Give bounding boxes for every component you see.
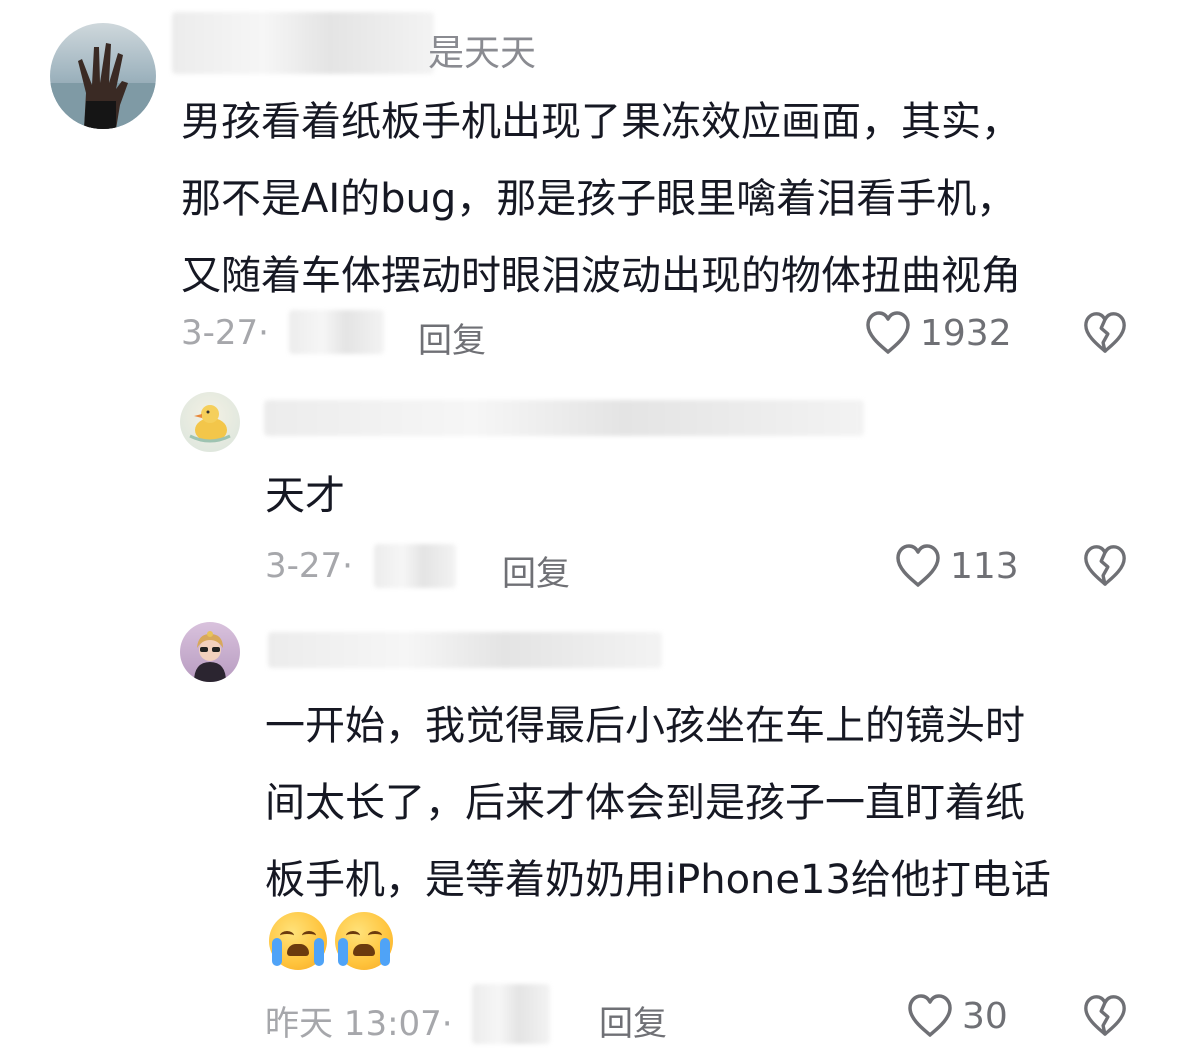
dislike-button[interactable] (1082, 543, 1128, 593)
username-redacted (172, 12, 434, 74)
comment-line: 天才 (265, 473, 345, 519)
broken-heart-icon (1084, 312, 1126, 353)
location-redacted (472, 984, 550, 1044)
comment-text: 天才 (265, 458, 345, 535)
comment-line: 板手机，是等着奶奶用iPhone13给他打电话 (265, 857, 1051, 903)
like-button[interactable]: 1932 (864, 310, 1012, 356)
raised-hand-avatar[interactable] (50, 23, 156, 129)
girl-sunglasses-icon (194, 631, 226, 682)
comment-1: 是天天 男孩看着纸板手机出现了果冻效应画面，其实， 那不是AI的bug，那是孩子… (0, 0, 1179, 380)
comment-line: 间太长了，后来才体会到是孩子一直盯着纸 (265, 780, 1025, 826)
reply-button[interactable]: 回复 (502, 546, 570, 595)
reply-button[interactable]: 回复 (599, 996, 667, 1045)
meta-separator: · (258, 313, 269, 353)
comment-meta: 昨天 13:07· (265, 996, 453, 1045)
comment-text: 男孩看着纸板手机出现了果冻效应画面，其实， 那不是AI的bug，那是孩子眼里噙着… (181, 84, 1021, 315)
comment-2: 天才 3-27· 回复 113 (0, 380, 1179, 610)
comment-line: 男孩看着纸板手机出现了果冻效应画面，其实， (181, 99, 1021, 145)
username-redacted (268, 632, 662, 668)
girl-sunglasses-avatar[interactable] (180, 622, 240, 682)
like-count: 1932 (920, 312, 1012, 354)
like-count: 113 (950, 545, 1019, 587)
dislike-button[interactable] (1082, 993, 1128, 1043)
emoji-row (269, 912, 401, 974)
heart-icon (896, 544, 940, 587)
heart-icon (908, 994, 952, 1037)
comment-text: 一开始，我觉得最后小孩坐在车上的镜头时 间太长了，后来才体会到是孩子一直盯着纸 … (265, 688, 1051, 919)
reply-button[interactable]: 回复 (418, 313, 486, 362)
raised-hand-icon (50, 43, 156, 129)
comment-line: 又随着车体摆动时眼泪波动出现的物体扭曲视角 (181, 253, 1021, 299)
comment-date: 3-27 (181, 313, 259, 353)
broken-heart-icon (1084, 545, 1126, 586)
location-redacted (289, 310, 384, 354)
like-button[interactable]: 113 (894, 543, 1019, 589)
comment-meta: 3-27· (265, 546, 353, 586)
dislike-button[interactable] (1082, 310, 1128, 360)
comment-line: 一开始，我觉得最后小孩坐在车上的镜头时 (265, 703, 1025, 749)
username-suffix[interactable]: 是天天 (428, 24, 536, 76)
meta-separator: · (441, 1004, 453, 1044)
heart-icon (866, 311, 910, 354)
loudly-crying-face-icon (269, 912, 327, 970)
comment-3: 一开始，我觉得最后小孩坐在车上的镜头时 间太长了，后来才体会到是孩子一直盯着纸 … (0, 610, 1179, 1054)
like-button[interactable]: 30 (906, 993, 1008, 1039)
like-count: 30 (962, 995, 1008, 1037)
rubber-duck-avatar[interactable] (180, 392, 240, 452)
comment-date: 3-27 (265, 546, 343, 586)
rubber-duck-icon (189, 405, 231, 443)
broken-heart-icon (1084, 995, 1126, 1036)
comment-line: 那不是AI的bug，那是孩子眼里噙着泪看手机， (181, 176, 1017, 222)
loudly-crying-face-icon (335, 912, 393, 970)
comment-date: 昨天 13:07 (265, 1004, 442, 1044)
meta-separator: · (342, 546, 353, 586)
location-redacted (374, 544, 456, 588)
username-redacted (264, 400, 864, 436)
comment-meta: 3-27· (181, 313, 269, 353)
